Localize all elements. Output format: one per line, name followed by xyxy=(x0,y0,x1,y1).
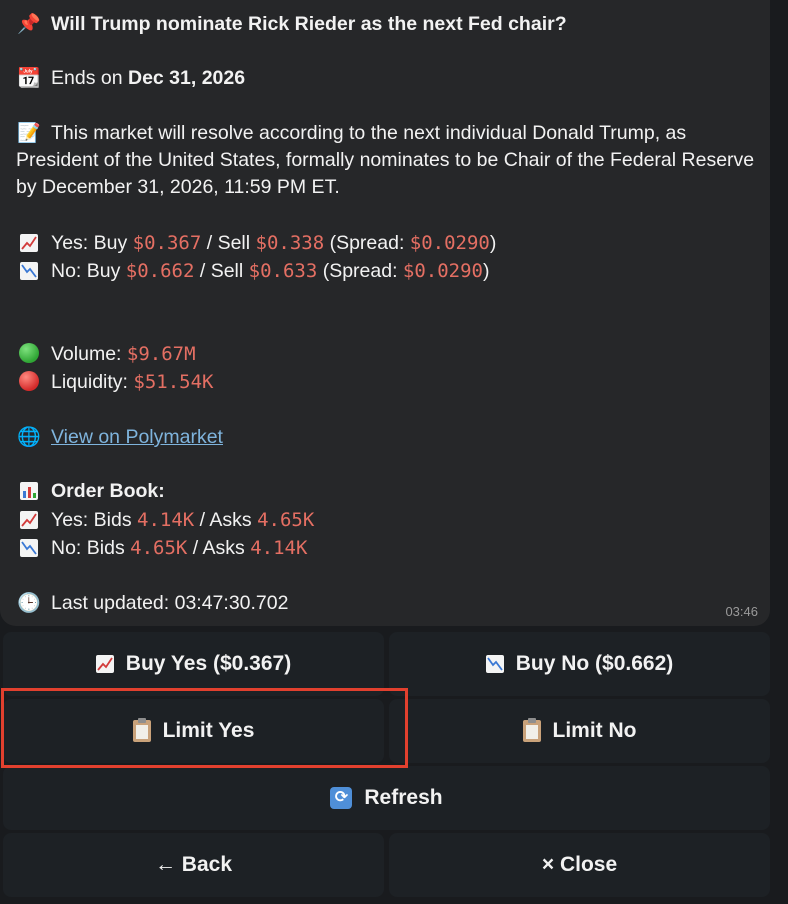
memo-icon: 📝 xyxy=(17,123,41,144)
yes-price-line: Yes: Buy $0.367 / Sell $0.338 (Spread: $… xyxy=(16,230,496,257)
orderbook-title-line: Order Book: xyxy=(16,478,165,505)
refresh-button[interactable]: ⟳ Refresh xyxy=(3,766,770,830)
orderbook-yes-line: Yes: Bids 4.14K / Asks 4.65K xyxy=(16,507,314,534)
no-sell-price: $0.633 xyxy=(248,260,318,282)
red-circle-icon xyxy=(16,369,42,396)
description-text: This market will resolve according to th… xyxy=(16,122,755,198)
description: 📝 This market will resolve according to t… xyxy=(16,120,756,201)
liquidity-value: $51.54K xyxy=(133,371,214,393)
updated-line: 🕒 Last updated: 03:47:30.702 xyxy=(16,590,288,617)
chart-decreasing-icon xyxy=(16,258,42,285)
last-updated: Last updated: 03:47:30.702 xyxy=(51,592,289,614)
message-time: 03:46 xyxy=(725,604,758,619)
limit-yes-button[interactable]: Limit Yes xyxy=(3,699,384,763)
message-bubble: 📌 Will Trump nominate Rick Rieder as the … xyxy=(0,0,770,626)
ends-label: Ends on xyxy=(51,67,123,89)
polymarket-link[interactable]: View on Polymarket xyxy=(51,426,223,448)
buy-yes-button[interactable]: Buy Yes ($0.367) xyxy=(3,632,384,696)
orderbook-title: Order Book: xyxy=(51,480,165,502)
yes-asks: 4.65K xyxy=(257,509,315,531)
refresh-icon: ⟳ xyxy=(330,787,353,809)
yes-sell-price: $0.338 xyxy=(255,232,325,254)
close-button[interactable]: × Close xyxy=(389,833,770,897)
no-buy-price: $0.662 xyxy=(125,260,195,282)
clipboard-icon xyxy=(132,718,151,742)
chart-decreasing-icon xyxy=(485,655,504,673)
yes-bids: 4.14K xyxy=(137,509,195,531)
yes-buy-price: $0.367 xyxy=(132,232,202,254)
volume-value: $9.67M xyxy=(126,343,196,365)
chart-increasing-icon xyxy=(95,655,114,673)
buy-no-button[interactable]: Buy No ($0.662) xyxy=(389,632,770,696)
end-date-line: 📆 Ends on Dec 31, 2026 xyxy=(16,65,245,92)
orderbook-no-line: No: Bids 4.65K / Asks 4.14K xyxy=(16,535,307,562)
title-line: 📌 Will Trump nominate Rick Rieder as the … xyxy=(16,11,567,38)
no-spread: $0.0290 xyxy=(402,260,483,282)
chart-increasing-icon xyxy=(16,230,42,257)
clock-icon: 🕒 xyxy=(17,593,41,614)
market-title: Will Trump nominate Rick Rieder as the n… xyxy=(51,13,567,35)
chart-increasing-icon xyxy=(16,507,42,534)
yes-spread: $0.0290 xyxy=(409,232,490,254)
clipboard-icon xyxy=(522,718,541,742)
globe-icon: 🌐 xyxy=(17,427,41,448)
no-price-line: No: Buy $0.662 / Sell $0.633 (Spread: $0… xyxy=(16,258,490,285)
link-line: 🌐 View on Polymarket xyxy=(16,424,223,451)
limit-no-button[interactable]: Limit No xyxy=(389,699,770,763)
no-bids: 4.65K xyxy=(130,537,188,559)
green-circle-icon xyxy=(16,341,42,368)
chart-decreasing-icon xyxy=(16,535,42,562)
back-button[interactable]: ← Back xyxy=(3,833,384,897)
no-asks: 4.14K xyxy=(250,537,308,559)
bar-chart-icon xyxy=(16,478,42,505)
pushpin-icon: 📌 xyxy=(17,14,41,35)
liquidity-line: Liquidity: $51.54K xyxy=(16,369,213,396)
ends-date: Dec 31, 2026 xyxy=(127,67,246,89)
calendar-icon: 📆 xyxy=(17,68,41,89)
volume-line: Volume: $9.67M xyxy=(16,341,196,368)
